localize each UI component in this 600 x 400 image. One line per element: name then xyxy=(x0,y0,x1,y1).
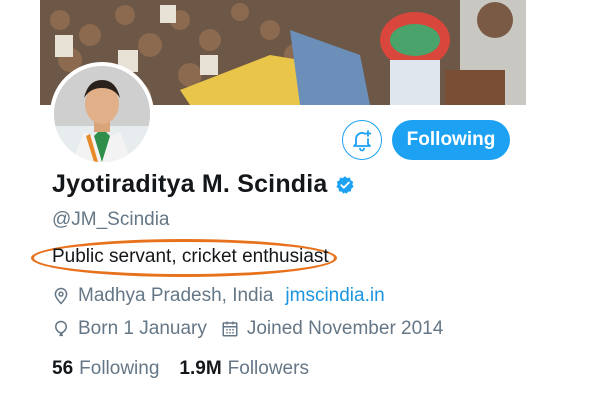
profile-meta-dates-row: Born 1 January Joined November 2014 xyxy=(52,318,443,340)
followers-count: 1.9M xyxy=(179,358,222,379)
profile-birthday: Born 1 January xyxy=(78,318,207,339)
balloon-icon xyxy=(52,320,70,338)
following-count: 56 xyxy=(52,358,74,379)
profile-website-link[interactable]: jmscindia.in xyxy=(285,285,384,307)
profile-meta-location-row: Madhya Pradesh, India jmscindia.in xyxy=(52,285,385,307)
profile-joined-date: Joined November 2014 xyxy=(246,318,444,339)
profile-name: Jyotiraditya M. Scindia xyxy=(52,170,328,198)
following-stat[interactable]: 56 Following xyxy=(52,358,159,380)
bell-plus-icon xyxy=(350,128,374,152)
notifications-bell-button[interactable] xyxy=(342,120,382,160)
following-label: Following xyxy=(79,358,160,379)
profile-handle: @JM_Scindia xyxy=(52,209,170,230)
following-button[interactable]: Following xyxy=(392,120,510,160)
profile-bio: Public servant, cricket enthusiast xyxy=(52,246,329,267)
profile-location: Madhya Pradesh, India xyxy=(78,285,274,306)
calendar-icon xyxy=(221,320,239,338)
verified-badge-icon xyxy=(335,175,355,195)
profile-name-row: Jyotiraditya M. Scindia xyxy=(52,170,355,199)
profile-stats: 56 Following 1.9M Followers xyxy=(52,358,309,380)
location-pin-icon xyxy=(52,287,70,305)
profile-avatar[interactable] xyxy=(50,62,154,166)
followers-label: Followers xyxy=(227,358,309,379)
followers-stat[interactable]: 1.9M Followers xyxy=(179,358,309,380)
